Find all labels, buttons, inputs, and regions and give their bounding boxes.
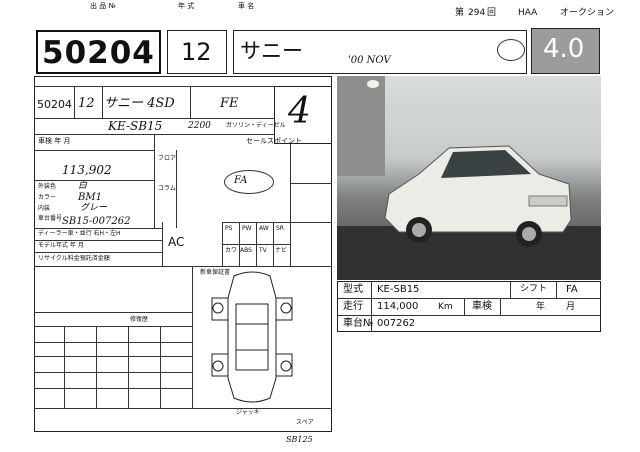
recycle-label: リサイクル料金預託済金額: [38, 255, 110, 262]
mileage-unit: Km: [438, 302, 453, 312]
dealer-label: ディーラー車・並行 右H・左H: [38, 230, 121, 237]
auction-word: オークション: [560, 8, 615, 18]
mileage-label: 走行: [343, 301, 363, 312]
sheet-car-name: サニー 4SD: [104, 96, 175, 111]
option-ps: PS: [225, 225, 233, 232]
option-pw: PW: [242, 225, 252, 232]
sheet-mileage: 113,902: [62, 163, 112, 177]
date-note: '00 NOV: [348, 55, 391, 66]
ac-mark: AC: [168, 235, 185, 249]
color-code-label: カラー: [38, 194, 57, 201]
sheet-grade: FE: [220, 96, 239, 111]
car-photo: [337, 76, 601, 280]
name-label: 車 名: [238, 2, 255, 10]
model-label: 型式: [343, 284, 363, 295]
shift-value: FA: [566, 284, 578, 295]
model-value: KE-SB15: [377, 284, 420, 295]
car-body-diagram: [211, 271, 293, 403]
inspection-info-label: 車検: [472, 301, 492, 312]
sheet-interior: グレー: [80, 203, 108, 213]
year-label: 年 式: [178, 2, 195, 10]
chassis-info-label: 車台№: [343, 318, 374, 329]
column-label: コラム: [158, 185, 176, 192]
lot-label: 出 品 №: [90, 2, 116, 10]
inspection-label: 車検 年 月: [38, 137, 71, 145]
auction-number: 294: [468, 8, 486, 18]
interior-label: 内装: [38, 205, 51, 212]
bottom-note: SB125: [286, 435, 313, 444]
sheet-color-code: BM1: [78, 192, 102, 203]
option-tv: TV: [259, 247, 267, 254]
spare-label: スペア: [296, 419, 314, 426]
sales-point-label: セールスポイント: [246, 137, 302, 145]
sheet-year: 12: [78, 96, 95, 111]
option-abs: ABS: [240, 247, 252, 254]
lot-number: 50204: [42, 35, 155, 71]
option-sr: SR: [276, 225, 284, 232]
model-year: 12: [181, 38, 212, 66]
stamp-circle: [497, 39, 525, 61]
model-change-label: モデル年式 年 月: [38, 242, 84, 249]
sheet-fuel: ガソリン・ディーゼル: [226, 122, 286, 129]
option-leather: カワ: [225, 247, 238, 254]
option-aw: AW: [259, 225, 269, 232]
option-navi: ナビ: [275, 247, 288, 254]
jack-label: ジャッキ: [236, 409, 260, 416]
sheet-lot-number: 50204: [37, 98, 72, 111]
sheet-shift: FA: [234, 175, 248, 186]
repair-label: 修復歴: [130, 316, 149, 323]
sheet-model-code: KE-SB15: [108, 119, 163, 133]
shift-label: シフト: [520, 284, 548, 294]
year-unit: 年: [536, 302, 546, 312]
auction-no-prefix: 第: [455, 8, 465, 18]
mileage-value: 114,000: [377, 301, 419, 312]
chassis-label: 車台番号: [38, 215, 63, 222]
sheet-score: 4: [288, 91, 311, 132]
car-sedan-image: [384, 145, 572, 247]
sheet-displacement: 2200: [188, 121, 211, 131]
auction-house: HAA: [518, 8, 538, 18]
color-label: 外装色: [38, 183, 57, 190]
shift-circle: [224, 170, 274, 194]
car-name: サニー: [240, 39, 303, 63]
sheet-color: 白: [78, 181, 88, 191]
month-unit: 月: [566, 302, 576, 312]
floor-label: フロア: [158, 155, 177, 162]
sheet-chassis: SB15-007262: [62, 216, 131, 227]
auction-grade: 4.0: [543, 34, 585, 64]
chassis-value: 007262: [377, 318, 416, 329]
auction-no-suffix: 回: [487, 8, 497, 18]
